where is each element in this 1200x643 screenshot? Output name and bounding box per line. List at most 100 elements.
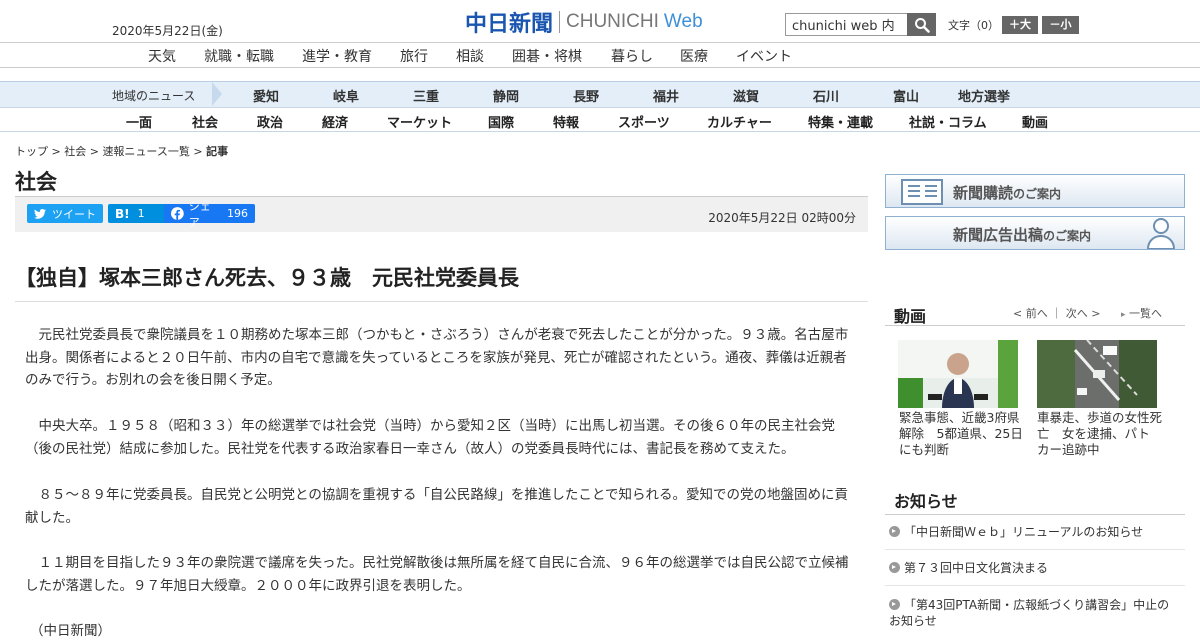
service-nav-living[interactable]: 暮らし	[611, 46, 653, 66]
logo-japanese: 中日新聞	[465, 11, 554, 37]
article-paragraph: 元民社党委員長で衆院議員を１０期務めた塚本三郎（つかもと・さぶろう）さんが老衰で…	[25, 327, 849, 388]
service-nav-consult[interactable]: 相談	[456, 46, 484, 66]
notice-divider	[885, 549, 1185, 550]
cat-front-page[interactable]: 一面	[126, 112, 152, 131]
video-next-link[interactable]: 次へ >	[1066, 307, 1101, 320]
region-gifu[interactable]: 岐阜	[333, 86, 359, 105]
video-section-title: 動画	[894, 307, 927, 326]
region-elections[interactable]: 地方選挙	[958, 86, 1010, 105]
arrow-bullet-icon	[889, 562, 900, 573]
notice-item-3[interactable]: 「第43回PTA新聞・広報紙づくり講習会」中止のお知らせ	[889, 597, 1181, 629]
article-headline: 【独自】塚本三郎さん死去、９３歳 元民社党委員長	[15, 266, 519, 290]
breadcrumb-society[interactable]: 社会	[64, 145, 86, 158]
published-date: 2020年5月22日 02時00分	[708, 211, 856, 225]
facebook-share-label: シェア	[188, 199, 211, 229]
breadcrumb-breaking-list[interactable]: 速報ニュース一覧	[102, 145, 189, 158]
subscribe-banner[interactable]: 新聞購読のご案内	[885, 174, 1185, 208]
logo-web: Web	[663, 11, 703, 32]
advertising-banner-label: 新聞広告出稿のご案内	[953, 224, 1091, 245]
notice-label-1: 「中日新聞Ｗｅｂ」リニューアルのお知らせ	[904, 525, 1144, 539]
video-thumbnail-1[interactable]	[898, 340, 1018, 408]
breadcrumb-separator: >	[193, 145, 203, 158]
notice-item-1[interactable]: 「中日新聞Ｗｅｂ」リニューアルのお知らせ	[889, 524, 1181, 540]
font-size-label: 文字（0）	[948, 19, 999, 32]
cat-culture[interactable]: カルチャー	[707, 112, 772, 131]
region-aichi[interactable]: 愛知	[253, 86, 279, 105]
notices-section-header: お知らせ	[885, 478, 1185, 515]
cat-economy[interactable]: 経済	[322, 112, 348, 131]
arrow-bullet-icon	[889, 526, 900, 537]
tweet-label: ツイート	[52, 207, 96, 221]
region-ishikawa[interactable]: 石川	[813, 86, 839, 105]
headline-divider	[15, 301, 868, 302]
region-toyama[interactable]: 富山	[893, 86, 919, 105]
service-nav-medical[interactable]: 医療	[680, 46, 708, 66]
cat-sports[interactable]: スポーツ	[618, 112, 670, 131]
facebook-share-button[interactable]: シェア 196	[164, 200, 255, 229]
facebook-share-count: 196	[227, 207, 248, 220]
service-nav-jobs[interactable]: 就職・転職	[204, 46, 274, 66]
font-bigger-button[interactable]: ＋大	[1002, 16, 1038, 34]
cat-editorial[interactable]: 社説・コラム	[909, 112, 987, 131]
region-fukui[interactable]: 福井	[653, 86, 679, 105]
notice-label-2: 第７３回中日文化賞決まる	[904, 561, 1049, 575]
notice-label-3: 「第43回PTA新聞・広報紙づくり講習会」中止のお知らせ	[889, 598, 1170, 628]
breadcrumb-current: 記事	[206, 145, 229, 158]
region-nav-arrow	[212, 82, 222, 106]
search-icon	[914, 17, 930, 33]
cat-special[interactable]: 特報	[553, 112, 579, 131]
region-shizuoka[interactable]: 静岡	[493, 86, 519, 105]
search-button[interactable]	[907, 13, 936, 36]
cat-society[interactable]: 社会	[192, 112, 218, 131]
service-nav-education[interactable]: 進学・教育	[302, 46, 372, 66]
video-caption-2[interactable]: 車暴走、歩道の女性死亡 女を逮捕、パトカー追跡中	[1037, 410, 1162, 458]
site-header: 2020年5月22日(金) 中日新聞 CHUNICHI Web 文字（0） ＋大…	[0, 0, 1200, 42]
notice-item-2[interactable]: 第７３回中日文化賞決まる	[889, 560, 1181, 576]
hatena-bookmark-button[interactable]: B! 1	[108, 204, 170, 223]
category-nav: 一面 社会 政治 経済 マーケット 国際 特報 スポーツ カルチャー 特集・連載…	[0, 107, 1200, 132]
article-source: （中日新聞）	[30, 623, 111, 639]
cat-features[interactable]: 特集・連載	[808, 112, 873, 131]
breadcrumb-top[interactable]: トップ	[15, 145, 48, 158]
video-thumbnail-2[interactable]	[1037, 340, 1157, 408]
service-nav-events[interactable]: イベント	[736, 46, 792, 66]
site-logo[interactable]: 中日新聞 CHUNICHI Web	[465, 8, 703, 37]
tweet-button[interactable]: ツイート	[27, 204, 103, 223]
advertising-banner-title: 新聞広告出稿	[953, 226, 1044, 244]
logo-english: CHUNICHI	[566, 11, 659, 32]
cat-video[interactable]: 動画	[1022, 112, 1048, 131]
region-mie[interactable]: 三重	[413, 86, 439, 105]
article-paragraph: １１期目を目指した９３年の衆院選で議席を失った。民社党解散後は無所属を経て自民に…	[25, 555, 849, 594]
chevron-right-icon: ▸	[1121, 310, 1126, 320]
video-caption-1[interactable]: 緊急事態、近畿3府県解除 5都道県、25日にも判断	[899, 410, 1024, 458]
cat-international[interactable]: 国際	[488, 112, 514, 131]
service-nav-go-shogi[interactable]: 囲碁・将棋	[512, 46, 582, 66]
hatena-icon: B!	[115, 206, 130, 221]
cat-politics[interactable]: 政治	[257, 112, 283, 131]
header-date: 2020年5月22日(金)	[112, 24, 223, 38]
subscribe-banner-sub: のご案内	[1013, 187, 1062, 201]
video-list-link[interactable]: ▸ 一覧へ	[1121, 305, 1162, 321]
region-nav-label: 地域のニュース	[112, 89, 196, 103]
subscribe-banner-label: 新聞購読のご案内	[953, 182, 1061, 203]
subscribe-banner-title: 新聞購読	[953, 184, 1014, 202]
cat-market[interactable]: マーケット	[387, 112, 452, 131]
logo-separator	[559, 11, 561, 33]
article-paragraph: 中央大卒。１９５８（昭和３３）年の総選挙では社会党（当時）から愛知２区（当時）に…	[25, 418, 835, 457]
search-input[interactable]	[785, 13, 908, 36]
region-shiga[interactable]: 滋賀	[733, 86, 759, 105]
service-nav-travel[interactable]: 旅行	[400, 46, 428, 66]
service-nav: 天気 就職・転職 進学・教育 旅行 相談 囲碁・将棋 暮らし 医療 イベント	[0, 42, 1200, 68]
service-nav-weather[interactable]: 天気	[148, 46, 176, 66]
notice-divider	[885, 585, 1185, 586]
advertising-banner[interactable]: 新聞広告出稿のご案内	[885, 216, 1185, 250]
breadcrumb-separator: >	[51, 145, 61, 158]
video-pager: < 前へ ｜ 次へ >	[1013, 307, 1101, 320]
arrow-bullet-icon	[889, 599, 900, 610]
video-prev-link[interactable]: < 前へ	[1013, 307, 1048, 320]
video-thumbnail-press-conference	[898, 340, 1018, 408]
region-nagano[interactable]: 長野	[573, 86, 599, 105]
breadcrumb: トップ > 社会 > 速報ニュース一覧 > 記事	[15, 143, 228, 159]
share-bar: ツイート B! 1 シェア 196 2020年5月22日 02時00分	[15, 197, 868, 232]
font-smaller-button[interactable]: －小	[1042, 16, 1079, 34]
